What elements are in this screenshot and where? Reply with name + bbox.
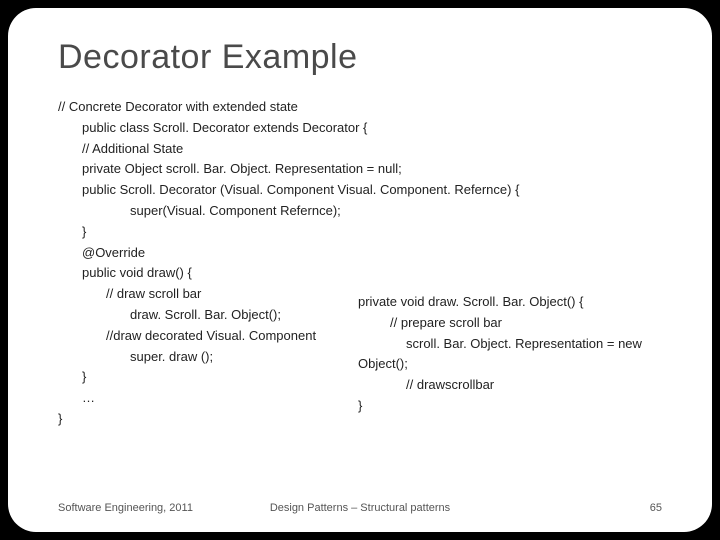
footer-center: Design Patterns – Structural patterns	[270, 502, 450, 514]
code-line: @Override	[58, 243, 662, 264]
code-line: }	[358, 396, 642, 417]
code-line: private void draw. Scroll. Bar. Object()…	[358, 292, 642, 313]
slide-frame: Decorator Example // Concrete Decorator …	[8, 8, 712, 532]
code-line: }	[58, 222, 662, 243]
code-line: Object();	[358, 354, 642, 375]
code-block: // Concrete Decorator with extended stat…	[58, 97, 662, 430]
code-line: public class Scroll. Decorator extends D…	[58, 118, 662, 139]
overlay-code-block: private void draw. Scroll. Bar. Object()…	[358, 292, 642, 417]
slide-title: Decorator Example	[58, 38, 662, 77]
code-line: // drawscrollbar	[358, 375, 642, 396]
code-line: // prepare scroll bar	[358, 313, 642, 334]
code-line: public Scroll. Decorator (Visual. Compon…	[58, 180, 662, 201]
slide-footer: Software Engineering, 2011 Design Patter…	[58, 502, 662, 514]
code-line: // Additional State	[58, 139, 662, 160]
code-line: super(Visual. Component Refernce);	[58, 201, 662, 222]
code-line: scroll. Bar. Object. Representation = ne…	[358, 334, 642, 355]
page-number: 65	[650, 502, 662, 514]
footer-left: Software Engineering, 2011	[58, 502, 193, 514]
code-line: private Object scroll. Bar. Object. Repr…	[58, 159, 662, 180]
code-line: // Concrete Decorator with extended stat…	[58, 97, 662, 118]
code-line: public void draw() {	[58, 263, 662, 284]
